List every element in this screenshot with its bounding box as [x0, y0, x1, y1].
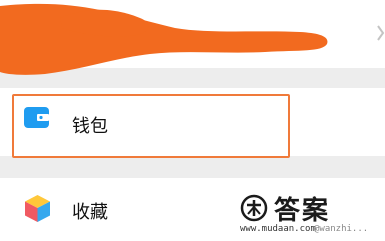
chevron-right-icon [377, 25, 385, 41]
watermark-text: 答案 [274, 196, 331, 226]
menu-item-label: 收藏 [72, 202, 108, 223]
highlight-box [12, 94, 290, 158]
watermark: 答案 www.mudaan.com @wanzhi... [240, 188, 385, 241]
redaction-scribble [0, 3, 328, 75]
watermark-url: www.mudaan.com [240, 224, 316, 234]
watermark-handle: @wanzhi... [314, 224, 369, 234]
favorites-cube-icon [25, 195, 50, 222]
watermark-logo-icon [240, 194, 268, 222]
